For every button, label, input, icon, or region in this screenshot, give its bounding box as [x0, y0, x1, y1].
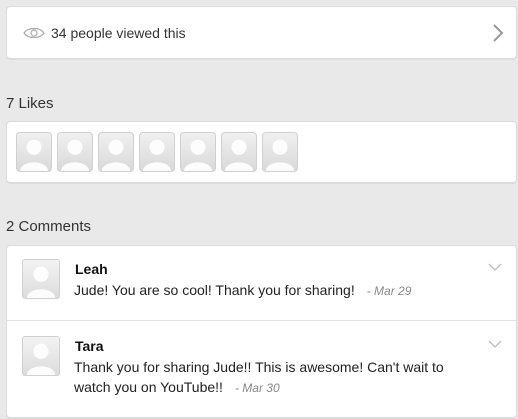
liker-avatar[interactable] — [180, 132, 216, 172]
liker-avatar[interactable] — [221, 132, 257, 172]
avatar[interactable] — [22, 259, 60, 299]
comment-item: Tara Thank you for sharing Jude!! This i… — [7, 321, 516, 418]
chevron-down-icon[interactable] — [488, 339, 502, 349]
default-avatar-icon — [265, 139, 295, 171]
views-card[interactable]: 34 people viewed this — [6, 6, 517, 59]
comment-text: Jude! You are so cool! Thank you for sha… — [74, 282, 355, 298]
default-avatar-icon — [183, 139, 213, 171]
comments-card: Leah Jude! You are so cool! Thank you fo… — [6, 245, 517, 418]
chevron-right-icon[interactable] — [492, 23, 504, 43]
liker-avatar[interactable] — [57, 132, 93, 172]
default-avatar-icon — [26, 266, 56, 298]
liker-avatar[interactable] — [98, 132, 134, 172]
comment-date: - Mar 29 — [366, 284, 412, 298]
comment-author[interactable]: Leah — [75, 261, 108, 277]
liker-avatar[interactable] — [16, 132, 52, 172]
avatar[interactable] — [22, 336, 60, 376]
likes-card — [6, 121, 517, 183]
default-avatar-icon — [142, 139, 172, 171]
default-avatar-icon — [224, 139, 254, 171]
comment-body: Thank you for sharing Jude!! This is awe… — [74, 357, 476, 398]
comment-author[interactable]: Tara — [75, 338, 104, 354]
chevron-down-icon[interactable] — [488, 262, 502, 272]
liker-avatar[interactable] — [262, 132, 298, 172]
views-count-text: 34 people viewed this — [51, 24, 186, 41]
likes-heading: 7 Likes — [6, 95, 54, 112]
comment-date: - Mar 30 — [234, 381, 280, 395]
comment-item: Leah Jude! You are so cool! Thank you fo… — [7, 246, 516, 321]
default-avatar-icon — [60, 139, 90, 171]
liker-avatar[interactable] — [139, 132, 175, 172]
comment-body: Jude! You are so cool! Thank you for sha… — [74, 280, 476, 301]
default-avatar-icon — [19, 139, 49, 171]
default-avatar-icon — [26, 343, 56, 375]
eye-icon — [23, 27, 45, 38]
default-avatar-icon — [101, 139, 131, 171]
comments-heading: 2 Comments — [6, 218, 92, 235]
